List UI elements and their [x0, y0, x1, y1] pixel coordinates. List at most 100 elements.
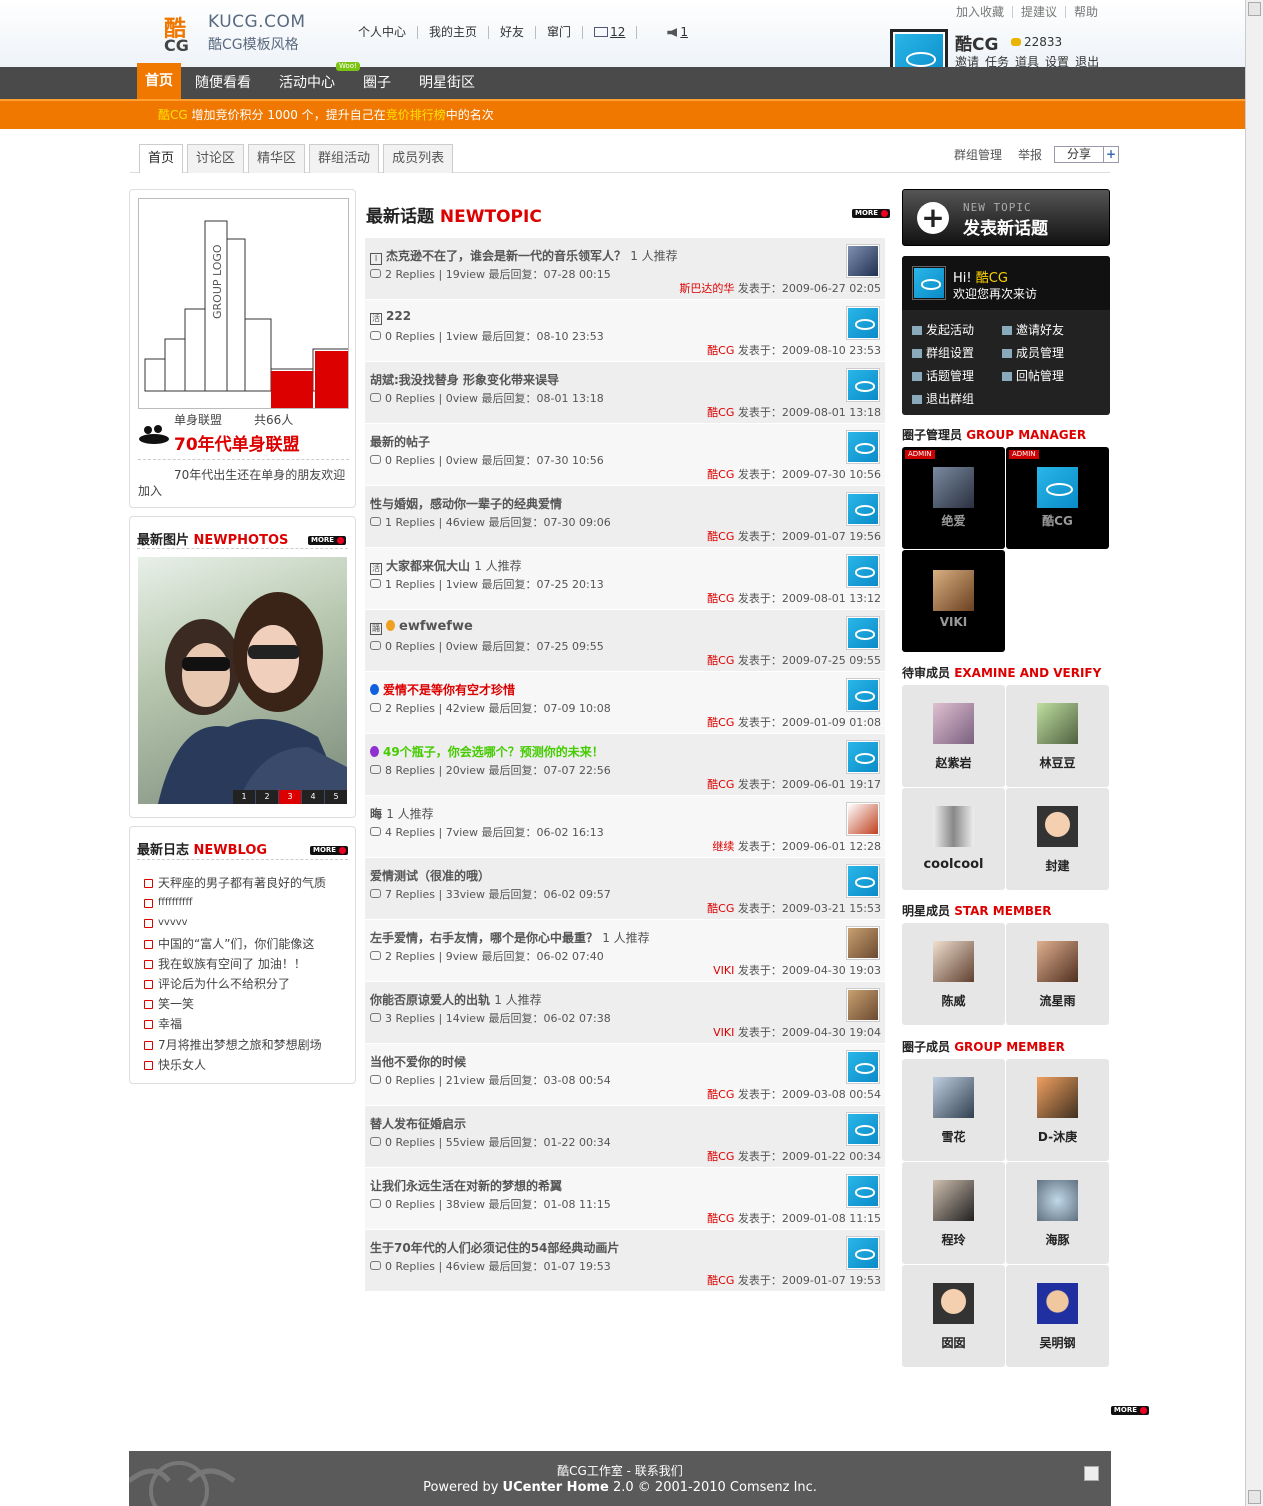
topic-author[interactable]: 酷CG: [707, 344, 734, 357]
member-card[interactable]: 陈威: [902, 923, 1005, 1025]
welcome-user-name[interactable]: 酷CG: [976, 271, 1008, 286]
topic-author[interactable]: 酷CG: [707, 1150, 734, 1163]
topic-author[interactable]: 斯巴达的华: [679, 282, 734, 295]
group-settings-link[interactable]: 群组设置: [912, 344, 1002, 361]
nav-tab-stars[interactable]: 明星街区: [405, 67, 489, 99]
photo-page-5[interactable]: 5: [325, 790, 347, 804]
member-card[interactable]: 封建: [1006, 788, 1109, 890]
help-link[interactable]: 帮助: [1066, 6, 1106, 18]
tab-member-list[interactable]: 成员列表: [383, 144, 454, 173]
site-logo-icon[interactable]: 酷 CG: [162, 12, 204, 55]
nav-tab-groups[interactable]: 圈子: [349, 67, 405, 99]
member-card[interactable]: 海豚: [1006, 1162, 1109, 1264]
invite-friends-link[interactable]: 邀请好友: [1002, 321, 1102, 338]
notice-link[interactable]: 1: [637, 26, 699, 39]
member-card[interactable]: coolcool: [902, 788, 1005, 890]
user-name[interactable]: 酷CG: [955, 30, 998, 55]
topic-title[interactable]: 222: [386, 309, 411, 323]
topic-author[interactable]: 酷CG: [707, 592, 734, 605]
photo-page-2[interactable]: 2: [256, 790, 278, 804]
member-card[interactable]: 吴明钢: [1006, 1265, 1109, 1367]
home-icon[interactable]: [1084, 1466, 1099, 1481]
add-favorite-link[interactable]: 加入收藏: [948, 6, 1014, 18]
topic-author[interactable]: 继续: [712, 840, 734, 853]
scrollbar[interactable]: [1245, 0, 1263, 1506]
topic-author-avatar[interactable]: [846, 492, 880, 526]
topic-author-avatar[interactable]: [846, 864, 880, 898]
topic-title[interactable]: 爱情测试（很准的哦）: [370, 869, 490, 883]
topic-title[interactable]: 爱情不是等你有空才珍惜: [383, 683, 515, 697]
blog-item[interactable]: 天秤座的男子都有著良好的气质: [142, 873, 326, 893]
member-card[interactable]: 程玲: [902, 1162, 1005, 1264]
member-card[interactable]: 林豆豆: [1006, 685, 1109, 787]
tab-group-home[interactable]: 首页: [139, 144, 184, 173]
topic-title[interactable]: 胡斌:我没找替身 形象变化带来误导: [370, 373, 559, 387]
logo-title[interactable]: KUCG.COM: [208, 12, 306, 32]
topic-author[interactable]: 酷CG: [707, 778, 734, 791]
blog-item[interactable]: 快乐女人: [142, 1055, 326, 1075]
photo-page-4[interactable]: 4: [302, 790, 324, 804]
top-nav-home[interactable]: 个人中心: [358, 26, 419, 39]
member-card[interactable]: 赵紫岩: [902, 685, 1005, 787]
blog-item[interactable]: ffffffffff: [142, 893, 326, 913]
topic-title[interactable]: 最新的帖子: [370, 435, 430, 449]
topic-title[interactable]: 让我们永远生活在对新的梦想的希翼: [370, 1179, 562, 1193]
start-event-link[interactable]: 发起活动: [912, 321, 1002, 338]
featured-photo[interactable]: 1 2 3 4 5: [138, 557, 347, 804]
nav-tab-events[interactable]: 活动中心: [265, 67, 349, 99]
topic-author[interactable]: 酷CG: [707, 406, 734, 419]
blog-item[interactable]: 7月将推出梦想之旅和梦想剧场: [142, 1035, 326, 1055]
topic-author-avatar[interactable]: [846, 1174, 880, 1208]
topic-author-avatar[interactable]: [846, 616, 880, 650]
topic-author-avatar[interactable]: [846, 1050, 880, 1084]
ranking-link[interactable]: 竞价排行榜: [386, 108, 446, 122]
share-button[interactable]: 分享 +: [1054, 146, 1120, 163]
topics-more-button[interactable]: MORE: [852, 209, 891, 218]
messages-link[interactable]: 12: [583, 26, 638, 39]
topic-author-avatar[interactable]: [846, 678, 880, 712]
topic-author-avatar[interactable]: [846, 554, 880, 588]
group-manage-link[interactable]: 群组管理: [946, 146, 1010, 163]
topic-author[interactable]: 酷CG: [707, 1212, 734, 1225]
topic-title[interactable]: 你能否原谅爱人的出轨: [370, 993, 490, 1007]
blogs-more-button[interactable]: MORE: [310, 846, 349, 855]
member-card[interactable]: D-沐庚: [1006, 1059, 1109, 1161]
topic-author[interactable]: VIKI: [713, 1026, 734, 1039]
topic-title[interactable]: 性与婚姻，感动你一辈子的经典爱情: [370, 497, 562, 511]
topic-author-avatar[interactable]: [846, 802, 880, 836]
manager-card[interactable]: ADMIN 酷CG: [1006, 447, 1109, 549]
member-card[interactable]: 流星雨: [1006, 923, 1109, 1025]
blog-item[interactable]: 幸福: [142, 1014, 326, 1034]
topic-author-avatar[interactable]: [846, 1236, 880, 1270]
new-topic-button[interactable]: + NEW TOPIC 发表新话题: [902, 189, 1110, 246]
scroll-up-arrow-icon[interactable]: [1248, 2, 1261, 16]
top-nav-friends[interactable]: 好友: [489, 26, 537, 39]
top-nav-visit[interactable]: 窜门: [536, 26, 584, 39]
nav-tab-home[interactable]: 首页: [137, 63, 181, 99]
tab-digest[interactable]: 精华区: [248, 144, 306, 173]
suggest-link[interactable]: 提建议: [1013, 6, 1067, 18]
topic-author-avatar[interactable]: [846, 306, 880, 340]
blog-item[interactable]: 我在蚁族有空间了 加油！！: [142, 954, 326, 974]
topic-author-avatar[interactable]: [846, 430, 880, 464]
manager-card[interactable]: VIKI: [902, 550, 1005, 652]
topic-author-avatar[interactable]: [846, 244, 880, 278]
topic-author-avatar[interactable]: [846, 740, 880, 774]
member-card[interactable]: 雪花: [902, 1059, 1005, 1161]
topic-author[interactable]: 酷CG: [707, 530, 734, 543]
photo-page-1[interactable]: 1: [233, 790, 255, 804]
topic-author-avatar[interactable]: [846, 368, 880, 402]
topic-manage-link[interactable]: 话题管理: [912, 367, 1002, 384]
topic-title[interactable]: 晦: [370, 807, 382, 821]
member-card[interactable]: 囡囡: [902, 1265, 1005, 1367]
footer-links[interactable]: 酷CG工作室 - 联系我们: [129, 1462, 1111, 1479]
leave-group-link[interactable]: 退出群组: [912, 390, 1002, 407]
tab-discussion[interactable]: 讨论区: [187, 144, 245, 173]
notice-user[interactable]: 酷CG: [158, 108, 188, 122]
topic-title[interactable]: 杰克逊不在了，谁会是新一代的音乐领军人？: [386, 249, 626, 263]
topic-title[interactable]: ewfwefwe: [399, 619, 473, 634]
topic-author[interactable]: 酷CG: [707, 1274, 734, 1287]
topic-author-avatar[interactable]: [846, 1112, 880, 1146]
tab-group-events[interactable]: 群组活动: [309, 144, 380, 173]
topic-title[interactable]: 左手爱情，右手友情，哪个是你心中最重？: [370, 931, 598, 945]
